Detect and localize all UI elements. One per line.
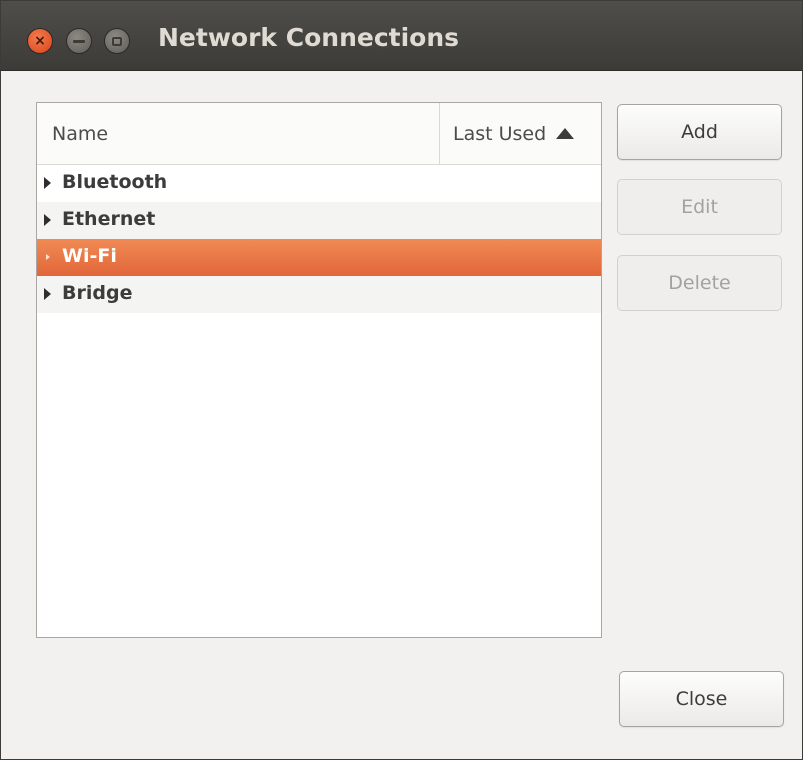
delete-button[interactable]: Delete [617,255,782,311]
column-name-label: Name [52,122,109,145]
list-item-label: Wi-Fi [62,245,117,267]
minimize-glyph [73,39,85,43]
list-item-label: Bridge [62,282,133,304]
close-button[interactable]: Close [619,671,784,727]
edit-button[interactable]: Edit [617,179,782,235]
maximize-window-icon[interactable] [104,28,130,54]
list-item-wifi[interactable]: Wi-Fi [37,239,601,276]
column-header-last-used[interactable]: Last Used [440,103,601,164]
title-bar[interactable]: × Network Connections [1,1,802,71]
minimize-window-icon[interactable] [66,28,92,54]
maximize-glyph [112,36,122,46]
window-title: Network Connections [158,23,460,52]
sort-ascending-icon [556,128,575,139]
list-item-label: Bluetooth [62,171,168,193]
list-header: Name Last Used [37,103,601,165]
list-rows: Bluetooth Ethernet Wi-Fi Bridge [37,165,601,313]
connections-list[interactable]: Name Last Used Bluetooth Ethernet Wi-Fi [36,102,602,638]
list-item-label: Ethernet [62,208,156,230]
list-item-bridge[interactable]: Bridge [37,276,601,313]
expander-arrow-icon[interactable] [46,254,50,260]
close-glyph: × [34,33,46,49]
close-window-icon[interactable]: × [27,28,53,54]
expander-arrow-icon[interactable] [44,177,51,189]
list-item-bluetooth[interactable]: Bluetooth [37,165,601,202]
expander-arrow-icon[interactable] [44,214,51,226]
expander-arrow-icon[interactable] [44,288,51,300]
list-item-ethernet[interactable]: Ethernet [37,202,601,239]
network-connections-window: × Network Connections Name Last Used Blu… [0,0,803,760]
add-button[interactable]: Add [617,104,782,160]
column-last-used-label: Last Used [453,122,547,145]
column-header-name[interactable]: Name [37,103,440,164]
